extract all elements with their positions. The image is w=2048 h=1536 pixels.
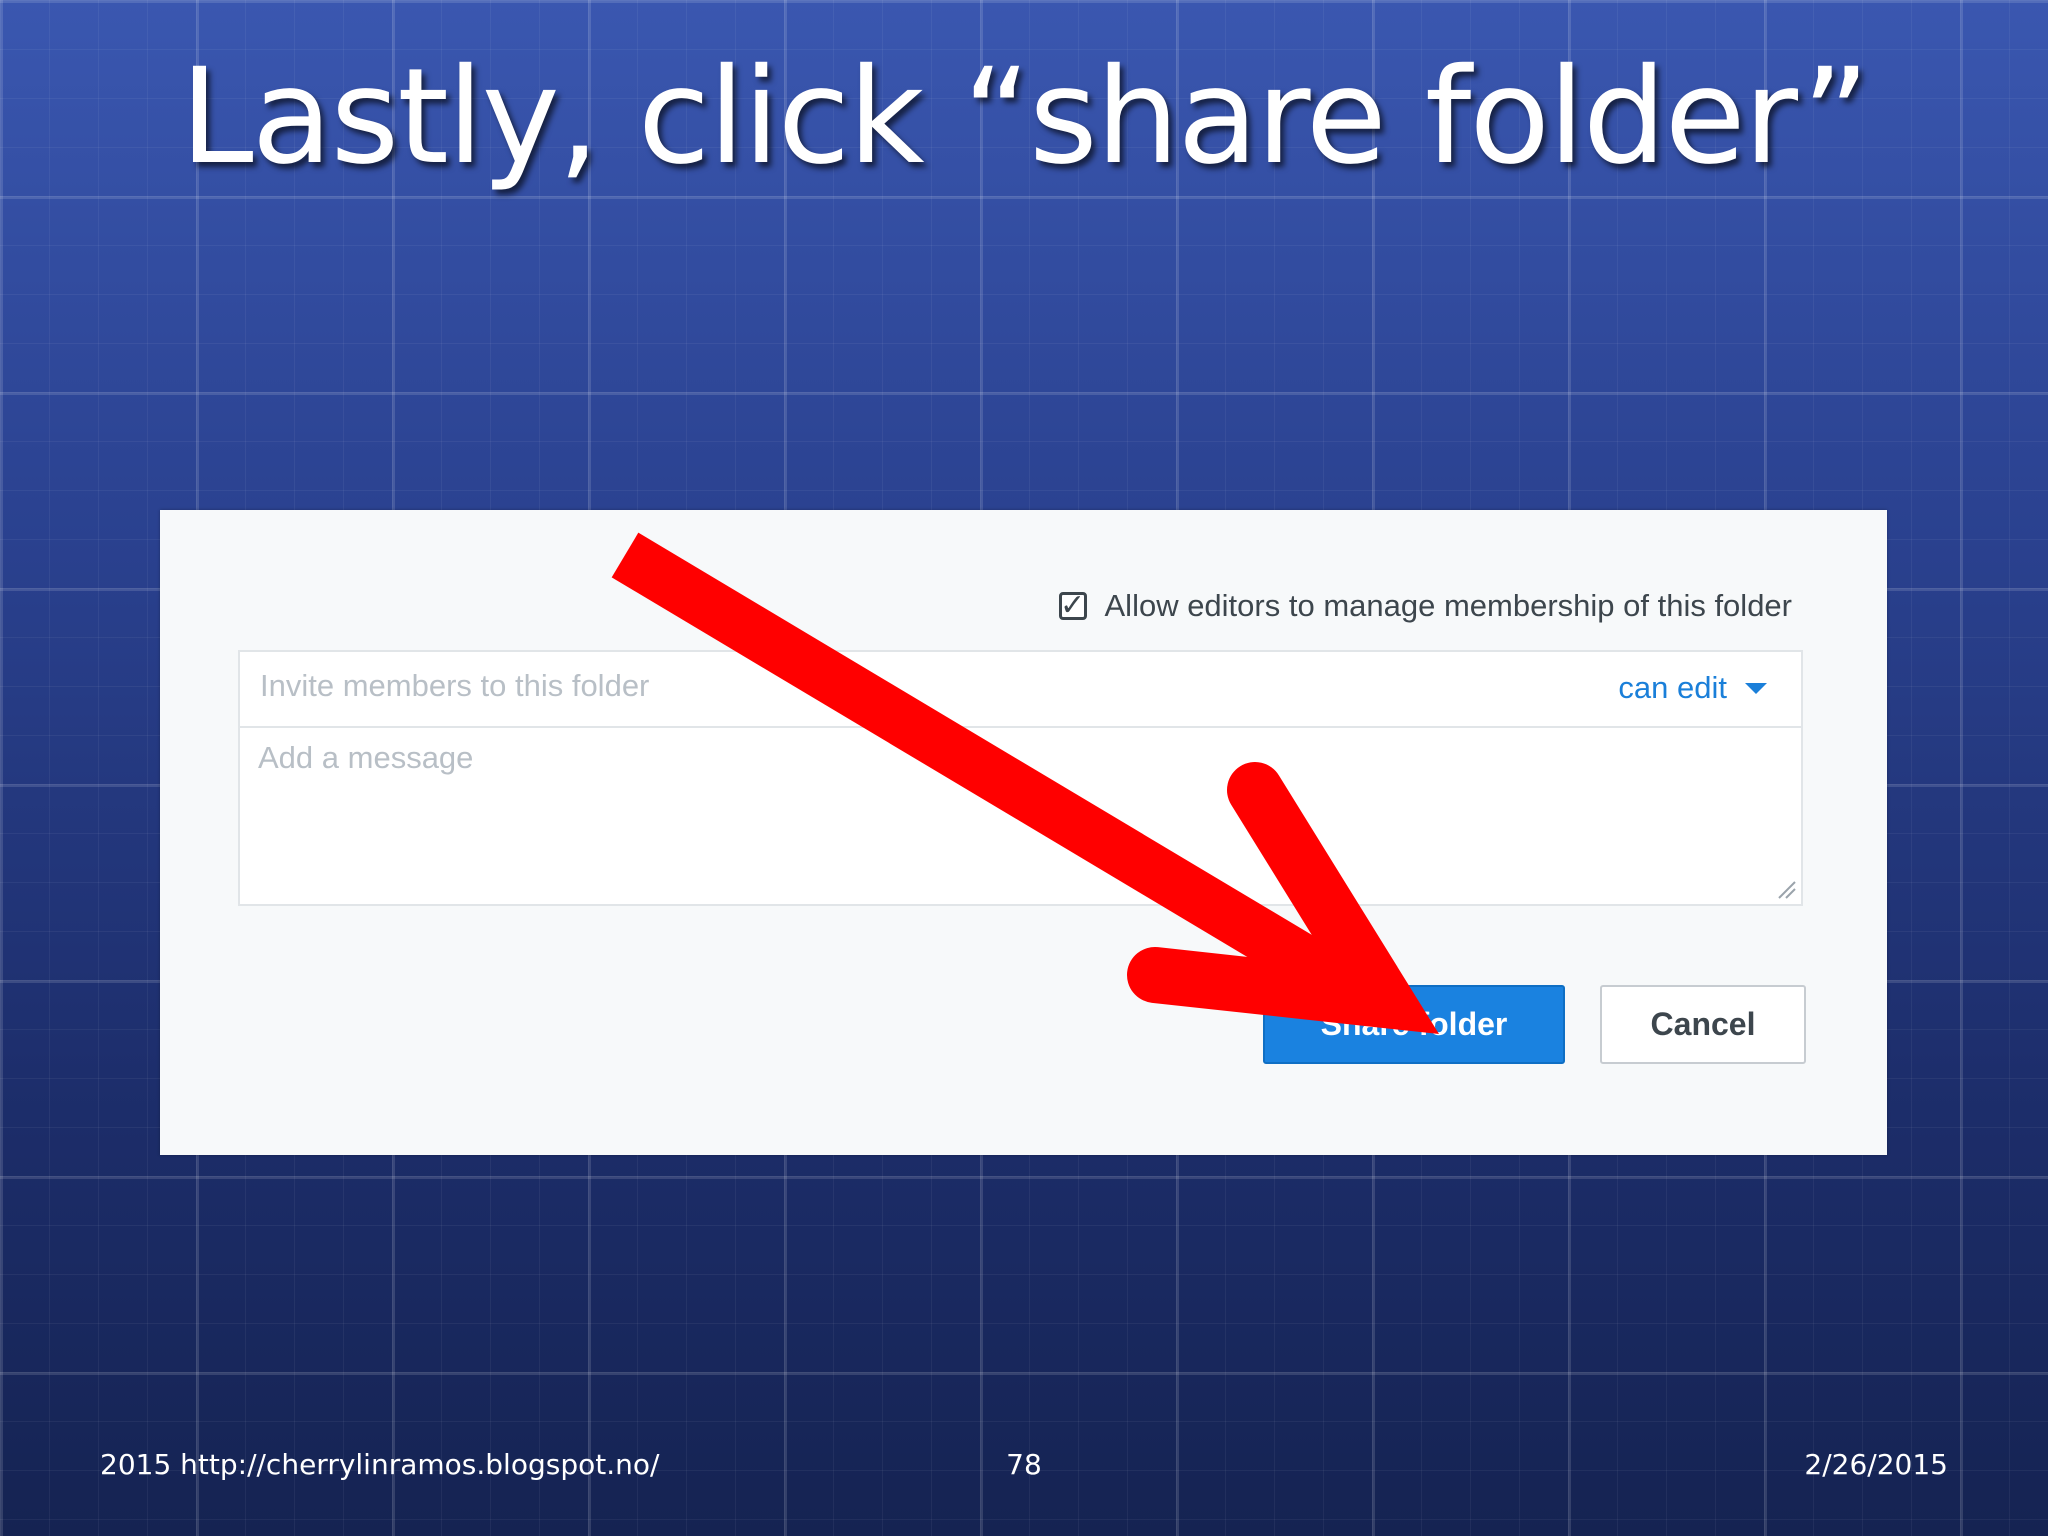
message-textarea[interactable]: Add a message <box>258 740 473 776</box>
permission-label: can edit <box>1618 670 1727 705</box>
checkbox-icon[interactable]: ✓ <box>1058 591 1087 621</box>
permission-dropdown[interactable]: can edit <box>1618 670 1767 706</box>
invite-row: Invite members to this folder can edit <box>240 652 1801 728</box>
footer-page-number: 78 <box>1006 1448 1042 1481</box>
slide-title: Lastly, click “share folder” <box>180 40 1870 194</box>
invite-members-input[interactable]: Invite members to this folder <box>260 668 649 704</box>
share-folder-button[interactable]: Share folder <box>1263 985 1565 1064</box>
invite-form: Invite members to this folder can edit A… <box>238 650 1803 906</box>
allow-editors-option[interactable]: ✓ Allow editors to manage membership of … <box>1058 588 1793 624</box>
share-folder-dialog: ✓ Allow editors to manage membership of … <box>160 510 1887 1155</box>
footer-date: 2/26/2015 <box>1804 1448 1948 1481</box>
cancel-button[interactable]: Cancel <box>1600 985 1806 1064</box>
resize-handle-icon[interactable] <box>1775 878 1797 900</box>
caret-down-icon <box>1745 682 1767 694</box>
checkbox-label: Allow editors to manage membership of th… <box>1104 588 1793 623</box>
